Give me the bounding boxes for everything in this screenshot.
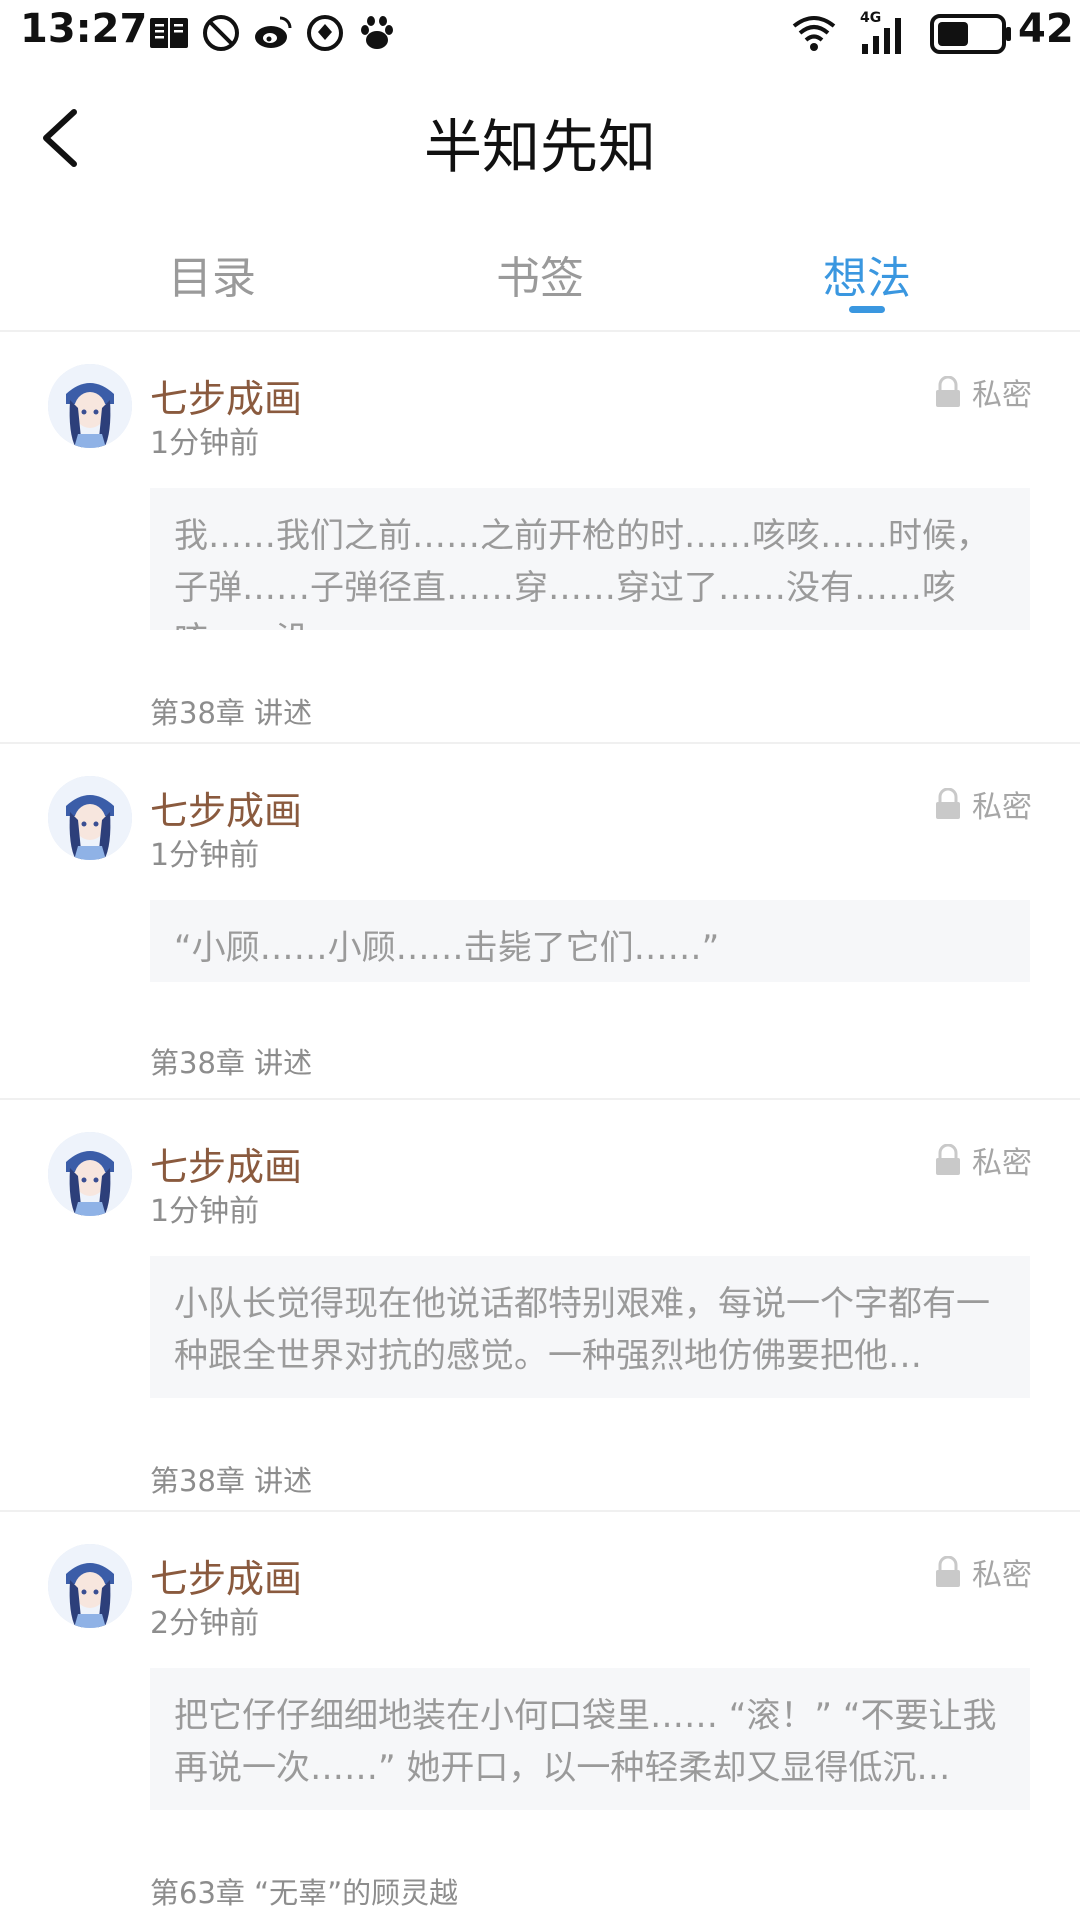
note-item[interactable]: 七步成画 1分钟前 私密 我……我们之前……之前开枪的时……咳咳……时候，子弹……	[0, 332, 1080, 744]
note-excerpt[interactable]: 我……我们之前……之前开枪的时……咳咳……时候，子弹……子弹径直……穿……穿过了…	[150, 488, 1030, 630]
tab-bar: 目录 书签 想法	[0, 220, 1080, 332]
privacy-status[interactable]: 私密	[934, 784, 1032, 825]
privacy-label: 私密	[972, 790, 1032, 825]
note-item[interactable]: 七步成画 1分钟前 私密 “小顾……小顾……击毙了它们……” 第38章 讲述	[0, 744, 1080, 1100]
avatar[interactable]	[48, 1132, 132, 1216]
lock-icon	[936, 1556, 960, 1587]
privacy-label: 私密	[972, 1146, 1032, 1181]
messenger-icon	[304, 12, 346, 54]
reader-icon	[148, 12, 190, 54]
lock-icon	[936, 376, 960, 407]
chapter-label[interactable]: 第38章 讲述	[150, 690, 312, 732]
page-title: 半知先知	[423, 113, 656, 181]
wifi-icon	[790, 12, 838, 58]
chapter-label[interactable]: 第38章 讲述	[150, 1458, 312, 1500]
lock-icon	[936, 1144, 960, 1175]
username[interactable]: 七步成画	[150, 368, 302, 423]
privacy-status[interactable]: 私密	[934, 1140, 1032, 1181]
chapter-label[interactable]: 第63章 “无辜”的顾灵越	[150, 1870, 458, 1912]
note-time: 1分钟前	[150, 1194, 260, 1229]
note-time: 1分钟前	[150, 426, 260, 461]
lock-icon	[936, 788, 960, 819]
chapter-label[interactable]: 第38章 讲述	[150, 1040, 312, 1082]
notes-list: 七步成画 1分钟前 私密 我……我们之前……之前开枪的时……咳咳……时候，子弹……	[0, 332, 1080, 1924]
note-time: 1分钟前	[150, 838, 260, 873]
weibo-icon	[252, 12, 294, 54]
username[interactable]: 七步成画	[150, 780, 302, 835]
network-type: 4G	[860, 10, 882, 26]
note-item[interactable]: 七步成画 2分钟前 私密 把它仔仔细细地装在小何口袋里…… “滚！” “不要让我…	[0, 1512, 1080, 1924]
baidu-icon	[356, 12, 398, 54]
avatar[interactable]	[48, 364, 132, 448]
note-item[interactable]: 七步成画 1分钟前 私密 小队长觉得现在他说话都特别艰难，每说一个字都有一种跟全…	[0, 1100, 1080, 1512]
tab-bookmarks[interactable]: 书签	[440, 242, 640, 306]
signal-icon: 4G	[860, 10, 912, 60]
battery-level: 42	[1018, 6, 1074, 52]
battery-icon	[930, 14, 1012, 58]
tab-notes[interactable]: 想法	[767, 242, 967, 306]
header: 半知先知	[0, 66, 1080, 206]
status-time: 13:27	[20, 6, 148, 52]
avatar[interactable]	[48, 776, 132, 860]
note-excerpt[interactable]: 小队长觉得现在他说话都特别艰难，每说一个字都有一种跟全世界对抗的感觉。一种强烈地…	[150, 1256, 1030, 1398]
avatar[interactable]	[48, 1544, 132, 1628]
note-excerpt[interactable]: “小顾……小顾……击毙了它们……”	[150, 900, 1030, 982]
username[interactable]: 七步成画	[150, 1136, 302, 1191]
no-disturb-icon	[200, 12, 242, 54]
username[interactable]: 七步成画	[150, 1548, 302, 1603]
active-tab-indicator	[849, 306, 885, 313]
status-bar: 13:27 4G 42	[0, 0, 1080, 66]
privacy-label: 私密	[972, 378, 1032, 413]
note-excerpt[interactable]: 把它仔仔细细地装在小何口袋里…… “滚！” “不要让我再说一次……” 她开口，以…	[150, 1668, 1030, 1810]
tab-contents[interactable]: 目录	[112, 242, 312, 306]
privacy-status[interactable]: 私密	[934, 372, 1032, 413]
privacy-label: 私密	[972, 1558, 1032, 1593]
privacy-status[interactable]: 私密	[934, 1552, 1032, 1593]
note-time: 2分钟前	[150, 1606, 260, 1641]
